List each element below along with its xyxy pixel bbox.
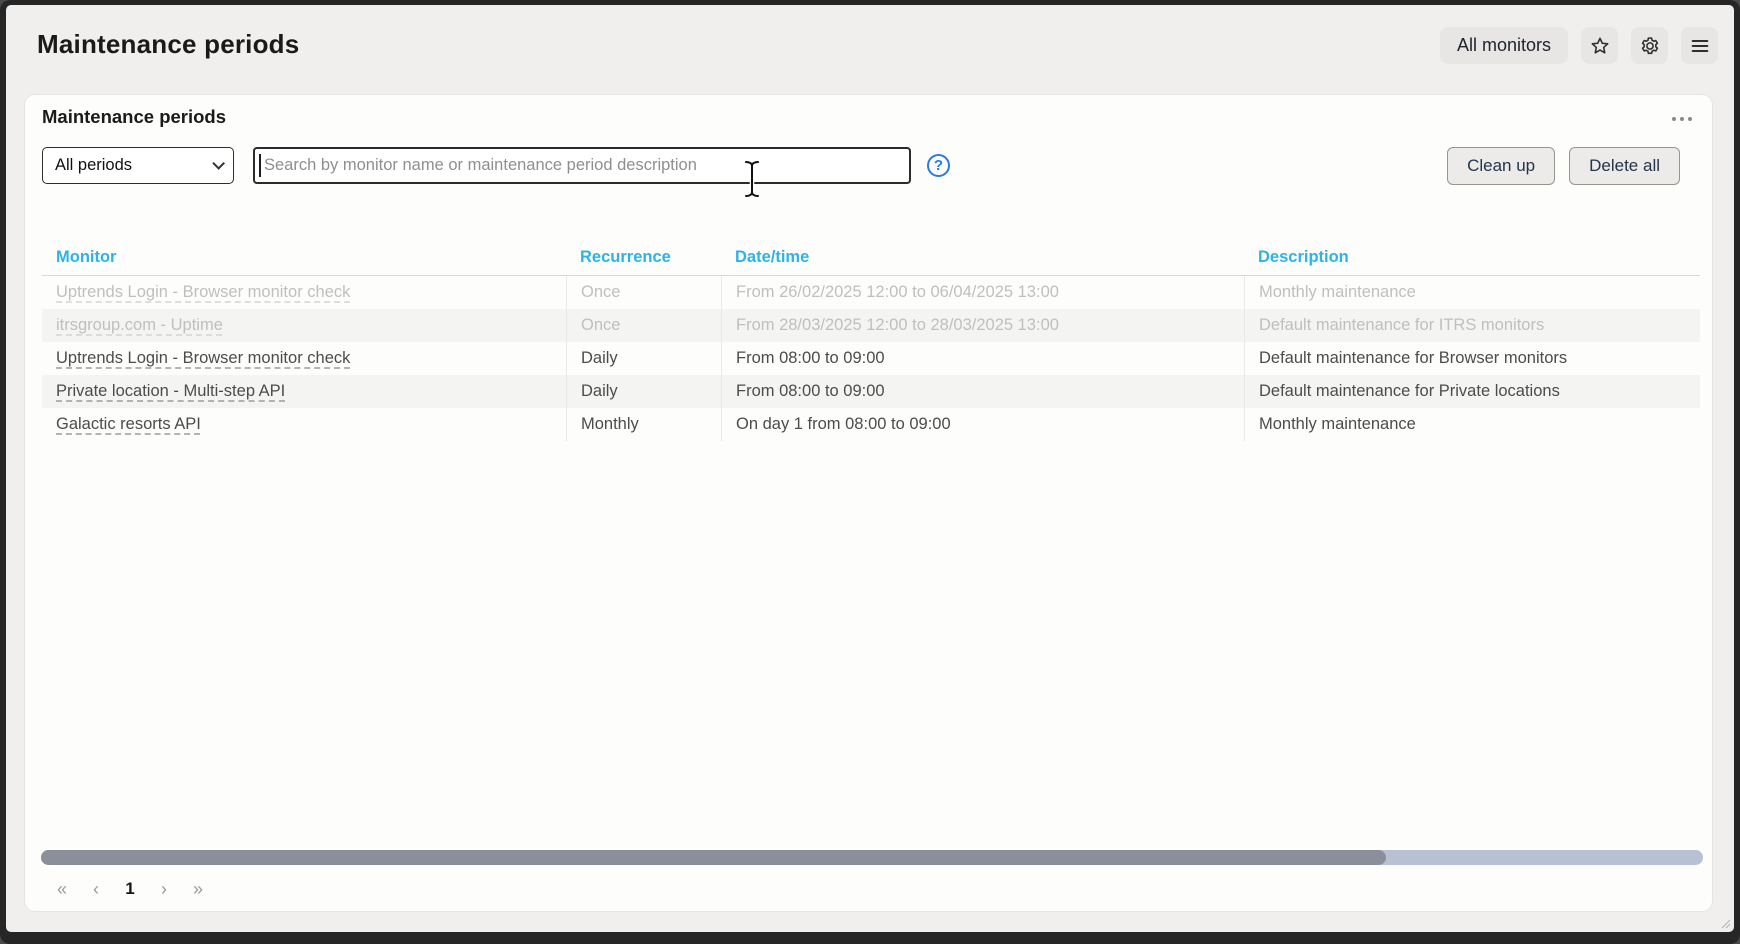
- recurrence-cell: Once: [566, 309, 721, 342]
- column-header-datetime[interactable]: Date/time: [721, 248, 1244, 267]
- window-frame: Maintenance periods All monitors Maint: [0, 0, 1740, 944]
- recurrence-cell: Daily: [566, 342, 721, 375]
- gear-icon: [1639, 35, 1661, 57]
- description-cell: Monthly maintenance: [1244, 276, 1700, 309]
- table-row: Private location - Multi-step API Daily …: [42, 375, 1700, 408]
- column-header-recurrence[interactable]: Recurrence: [566, 248, 721, 267]
- text-caret: [259, 154, 261, 177]
- maintenance-periods-card: Maintenance periods All periods ? Clean …: [25, 95, 1712, 911]
- settings-button[interactable]: [1631, 27, 1668, 64]
- datetime-cell: On day 1 from 08:00 to 09:00: [721, 408, 1244, 441]
- table-row: Galactic resorts API Monthly On day 1 fr…: [42, 408, 1700, 441]
- description-cell: Default maintenance for ITRS monitors: [1244, 309, 1700, 342]
- recurrence-cell: Monthly: [566, 408, 721, 441]
- column-header-description[interactable]: Description: [1244, 248, 1700, 267]
- recurrence-cell: Once: [566, 276, 721, 309]
- description-cell: Default maintenance for Private location…: [1244, 375, 1700, 408]
- chevron-down-icon: [212, 157, 225, 170]
- monitor-link[interactable]: itrsgroup.com - Uptime: [56, 316, 223, 335]
- datetime-cell: From 26/02/2025 12:00 to 06/04/2025 13:0…: [721, 276, 1244, 309]
- page-title: Maintenance periods: [37, 29, 299, 60]
- monitor-link[interactable]: Uptrends Login - Browser monitor check: [56, 283, 350, 302]
- pagination: « ‹ 1 › »: [51, 876, 209, 902]
- favorite-button[interactable]: [1581, 27, 1618, 64]
- description-cell: Monthly maintenance: [1244, 408, 1700, 441]
- topbar-actions: All monitors: [1440, 27, 1718, 64]
- recurrence-cell: Daily: [566, 375, 721, 408]
- table-row: Uptrends Login - Browser monitor check O…: [42, 276, 1700, 309]
- datetime-cell: From 08:00 to 09:00: [721, 342, 1244, 375]
- star-icon: [1589, 35, 1611, 57]
- all-monitors-button[interactable]: All monitors: [1440, 27, 1568, 64]
- description-cell: Default maintenance for Browser monitors: [1244, 342, 1700, 375]
- menu-icon: [1689, 35, 1711, 57]
- table-header-row: Monitor Recurrence Date/time Description: [42, 240, 1700, 276]
- table-row: Uptrends Login - Browser monitor check D…: [42, 342, 1700, 375]
- pagination-current-page: 1: [119, 876, 141, 902]
- period-filter-select[interactable]: All periods: [42, 147, 234, 184]
- pagination-next-button[interactable]: ›: [153, 876, 175, 902]
- maintenance-periods-page: Maintenance periods All monitors Maint: [6, 5, 1734, 932]
- table-row: itrsgroup.com - Uptime Once From 28/03/2…: [42, 309, 1700, 342]
- monitor-link[interactable]: Uptrends Login - Browser monitor check: [56, 349, 350, 368]
- horizontal-scrollbar-thumb[interactable]: [41, 850, 1386, 865]
- more-options-icon[interactable]: [1668, 113, 1696, 125]
- period-filter-value: All periods: [55, 156, 132, 175]
- datetime-cell: From 08:00 to 09:00: [721, 375, 1244, 408]
- pagination-first-button[interactable]: «: [51, 876, 73, 902]
- clean-up-button[interactable]: Clean up: [1447, 147, 1555, 185]
- datetime-cell: From 28/03/2025 12:00 to 28/03/2025 13:0…: [721, 309, 1244, 342]
- column-header-monitor[interactable]: Monitor: [42, 248, 566, 267]
- resize-handle-icon[interactable]: [1721, 919, 1731, 929]
- horizontal-scrollbar-track[interactable]: [41, 850, 1703, 865]
- pagination-last-button[interactable]: »: [187, 876, 209, 902]
- main-menu-button[interactable]: [1681, 27, 1718, 64]
- help-icon[interactable]: ?: [927, 154, 950, 177]
- monitor-link[interactable]: Galactic resorts API: [56, 415, 201, 434]
- card-title: Maintenance periods: [42, 106, 226, 128]
- card-action-buttons: Clean up Delete all: [1447, 147, 1680, 185]
- maintenance-periods-table: Monitor Recurrence Date/time Description…: [42, 240, 1700, 441]
- pagination-prev-button[interactable]: ‹: [85, 876, 107, 902]
- search-input[interactable]: [253, 147, 911, 184]
- monitor-link[interactable]: Private location - Multi-step API: [56, 382, 285, 401]
- delete-all-button[interactable]: Delete all: [1569, 147, 1680, 185]
